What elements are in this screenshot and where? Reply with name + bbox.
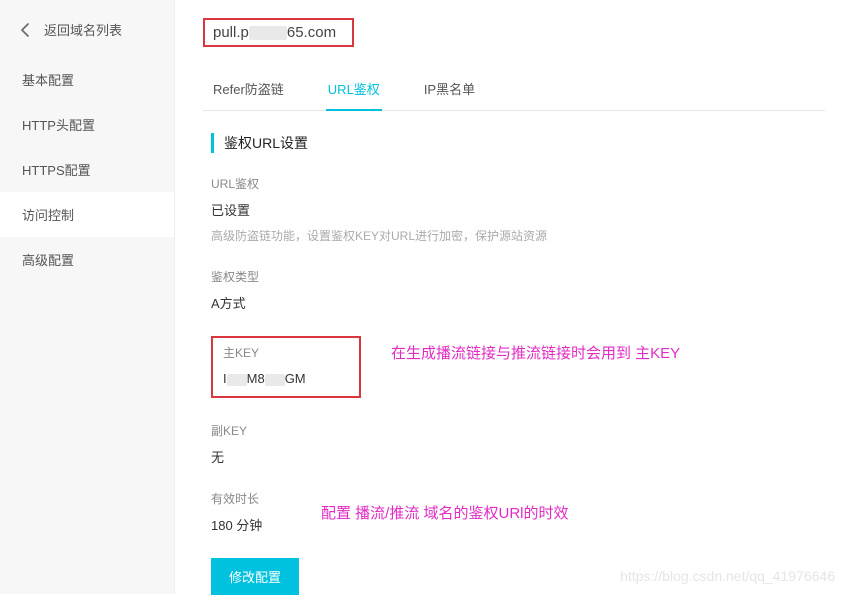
field-url-auth: URL鉴权 已设置 高级防盗链功能，设置鉴权KEY对URL进行加密，保护源站资源 xyxy=(211,175,817,244)
field-sub-key: 副KEY 无 xyxy=(211,422,817,466)
url-auth-label: URL鉴权 xyxy=(211,175,817,192)
tab-refer[interactable]: Refer防盗链 xyxy=(211,69,286,110)
section-title: 鉴权URL设置 xyxy=(211,133,817,153)
url-auth-value: 已设置 xyxy=(211,200,817,219)
domain-mask-a: p xyxy=(241,24,249,41)
domain-name-box: pull.p 65.com xyxy=(203,18,354,47)
domain-suffix: 65.com xyxy=(287,24,336,41)
domain-prefix: pull. xyxy=(213,24,241,41)
annotation-main-key: 在生成播流链接与推流链接时会用到 主KEY xyxy=(391,342,680,363)
sidebar: 返回域名列表 基本配置 HTTP头配置 HTTPS配置 访问控制 高级配置 xyxy=(0,0,175,594)
auth-url-section: 鉴权URL设置 URL鉴权 已设置 高级防盗链功能，设置鉴权KEY对URL进行加… xyxy=(203,111,825,603)
sidebar-item-https[interactable]: HTTPS配置 xyxy=(0,147,174,192)
sub-key-value: 无 xyxy=(211,447,817,466)
auth-type-label: 鉴权类型 xyxy=(211,268,817,285)
sidebar-item-basic[interactable]: 基本配置 xyxy=(0,57,174,102)
sidebar-item-http-header[interactable]: HTTP头配置 xyxy=(0,102,174,147)
arrow-left-icon xyxy=(18,22,34,38)
redaction-smudge xyxy=(227,374,247,386)
main-key-label: 主KEY xyxy=(223,344,349,361)
redaction-smudge xyxy=(249,26,287,40)
main-key-box: 主KEY IM8GM xyxy=(211,336,361,398)
main-key-value: IM8GM xyxy=(223,371,349,386)
tab-bar: Refer防盗链 URL鉴权 IP黑名单 xyxy=(203,69,825,111)
modify-config-button[interactable]: 修改配置 xyxy=(211,558,299,595)
field-main-key: 主KEY IM8GM 在生成播流链接与推流链接时会用到 主KEY xyxy=(211,336,817,398)
field-ttl: 有效时长 180 分钟 配置 播流/推流 域名的鉴权URl的时效 xyxy=(211,490,817,534)
main-content: pull.p 65.com Refer防盗链 URL鉴权 IP黑名单 鉴权URL设… xyxy=(175,0,853,594)
field-auth-type: 鉴权类型 A方式 xyxy=(211,268,817,312)
sidebar-item-advanced[interactable]: 高级配置 xyxy=(0,237,174,282)
sub-key-label: 副KEY xyxy=(211,422,817,439)
auth-type-value: A方式 xyxy=(211,293,817,312)
annotation-ttl: 配置 播流/推流 域名的鉴权URl的时效 xyxy=(321,502,569,523)
tab-url-auth[interactable]: URL鉴权 xyxy=(326,69,382,110)
url-auth-desc: 高级防盗链功能，设置鉴权KEY对URL进行加密，保护源站资源 xyxy=(211,227,817,244)
redaction-smudge xyxy=(265,374,285,386)
back-to-domain-list[interactable]: 返回域名列表 xyxy=(0,10,174,57)
watermark: https://blog.csdn.net/qq_41976646 xyxy=(620,568,835,584)
back-label: 返回域名列表 xyxy=(44,20,122,39)
sidebar-item-access-control[interactable]: 访问控制 xyxy=(0,192,174,237)
tab-ip-blacklist[interactable]: IP黑名单 xyxy=(422,69,477,110)
